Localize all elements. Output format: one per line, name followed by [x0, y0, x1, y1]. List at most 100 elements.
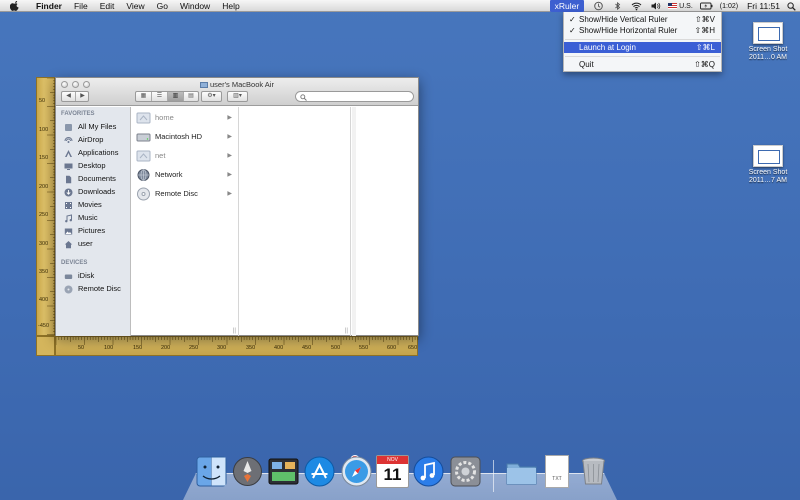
window-title-text: user's MacBook Air [210, 80, 274, 89]
sidebar-item-label: Downloads [78, 187, 116, 196]
column-item-net[interactable]: net ▶ [136, 147, 232, 165]
safari-dock-icon[interactable] [340, 455, 373, 488]
action-menu-button[interactable]: ⚙▾ [201, 91, 222, 102]
menu-launch-at-login[interactable]: Launch at Login ⇧⌘L [564, 42, 721, 53]
input-source-menu[interactable]: U.S. [668, 3, 693, 10]
column-item-label: Macintosh HD [155, 132, 203, 141]
column-resize-grip[interactable]: || [345, 328, 348, 334]
applications-folder-dock-icon[interactable] [505, 455, 538, 488]
remote-disc-icon [64, 285, 73, 294]
back-icon[interactable]: ◀ [62, 92, 76, 101]
finder-titlebar[interactable]: user's MacBook Air ◀ ▶ ▦ ☰ ▥ ▤ ⚙▾ ▥▾ [56, 78, 418, 106]
column-item-remote-disc[interactable]: Remote Disc ▶ [136, 185, 232, 203]
desktop-file-screenshot-1[interactable]: Screen Shot 2011…0 AM [740, 22, 796, 62]
sidebar-item-idisk[interactable]: iDisk [64, 270, 94, 282]
sidebar-item-pictures[interactable]: Pictures [64, 225, 105, 237]
sidebar-item-documents[interactable]: Documents [64, 173, 116, 185]
column-item-label: home [155, 113, 174, 122]
vruler-label: -450 [38, 323, 50, 329]
sidebar-item-music[interactable]: Music [64, 212, 98, 224]
text-document-dock-icon[interactable]: TXT [545, 455, 569, 488]
hruler-label: 450 [302, 345, 312, 351]
bluetooth-icon[interactable] [612, 1, 623, 11]
column-resize-grip[interactable]: || [233, 328, 236, 334]
search-icon [300, 93, 307, 101]
menu-toggle-vertical-ruler[interactable]: ✓ Show/Hide Vertical Ruler ⇧⌘V [564, 14, 721, 25]
horizontal-ruler[interactable]: 50 100 150 200 250 300 350 400 450 500 5… [55, 336, 419, 356]
apple-menu-icon[interactable] [10, 0, 20, 11]
column-item-label: Remote Disc [155, 189, 198, 198]
menu-help[interactable]: Help [216, 0, 245, 12]
ical-dock-icon[interactable]: NOV 11 [376, 455, 409, 488]
menu-item-label: Launch at Login [579, 43, 636, 52]
icon-view-icon[interactable]: ▦ [136, 92, 152, 101]
list-view-icon[interactable]: ☰ [152, 92, 168, 101]
menu-go[interactable]: Go [151, 0, 174, 12]
column-item-macintosh-hd[interactable]: Macintosh HD ▶ [136, 128, 232, 146]
menu-item-label: Quit [579, 60, 594, 69]
desktop-file-screenshot-2[interactable]: Screen Shot 2011…7 AM [740, 145, 796, 185]
status-area: xRuler U.S. (1:02) Fri 11:51 [549, 0, 800, 12]
disclosure-arrow-icon: ▶ [227, 115, 232, 121]
menubar-clock[interactable]: Fri 11:51 [747, 1, 780, 11]
menu-toggle-horizontal-ruler[interactable]: ✓ Show/Hide Horizontal Ruler ⇧⌘H [564, 25, 721, 36]
sidebar-item-downloads[interactable]: Downloads [64, 186, 115, 198]
column-item-home[interactable]: home ▶ [136, 109, 232, 127]
ical-month: NOV [377, 456, 408, 464]
menu-edit[interactable]: Edit [94, 0, 121, 12]
view-mode-selector[interactable]: ▦ ☰ ▥ ▤ [135, 91, 199, 102]
menu-app-name[interactable]: Finder [30, 0, 68, 12]
hruler-label: 250 [189, 345, 199, 351]
sidebar-item-applications[interactable]: Applications [64, 147, 118, 159]
sidebar-header-favorites: FAVORITES [61, 111, 95, 117]
check-icon: ✓ [569, 15, 576, 24]
xruler-dropdown-menu: ✓ Show/Hide Vertical Ruler ⇧⌘V ✓ Show/Hi… [563, 12, 722, 72]
launchpad-dock-icon[interactable] [231, 455, 264, 488]
menu-item-shortcut: ⇧⌘H [694, 26, 715, 35]
vertical-ruler[interactable]: 50 100 150 200 250 300 350 400 -450 [36, 77, 56, 336]
finder-dock-icon[interactable] [195, 455, 228, 488]
applications-icon [65, 149, 72, 157]
arrange-menu-button[interactable]: ▥▾ [227, 91, 248, 102]
xruler-status-item[interactable]: xRuler [549, 0, 585, 12]
sidebar-item-movies[interactable]: Movies [64, 199, 102, 211]
home-icon [64, 240, 73, 248]
forward-icon[interactable]: ▶ [76, 92, 89, 101]
hruler-label: 600 [387, 345, 397, 351]
system-preferences-dock-icon[interactable] [449, 455, 482, 488]
vruler-label: 400 [39, 297, 49, 303]
sidebar-item-all-my-files[interactable]: All My Files [64, 121, 116, 133]
column-item-label: Network [155, 170, 183, 179]
back-forward-buttons[interactable]: ◀ ▶ [61, 91, 89, 102]
column-item-network[interactable]: Network ▶ [136, 166, 232, 184]
menu-quit[interactable]: Quit ⇧⌘Q [564, 59, 721, 70]
music-icon [65, 213, 72, 222]
cover-flow-icon[interactable]: ▤ [184, 92, 198, 101]
mission-control-dock-icon[interactable] [267, 455, 300, 488]
volume-icon[interactable] [650, 1, 661, 11]
desktop-file-label: 2011…0 AM [748, 54, 787, 61]
sidebar-item-airdrop[interactable]: AirDrop [64, 134, 103, 146]
sidebar-item-desktop[interactable]: Desktop [64, 160, 106, 172]
menu-file[interactable]: File [68, 0, 94, 12]
sidebar-item-remote-disc[interactable]: Remote Disc [64, 283, 121, 295]
desktop-file-label: 2011…7 AM [748, 177, 787, 184]
sidebar-item-user[interactable]: user [64, 238, 93, 250]
battery-icon[interactable] [699, 1, 713, 11]
trash-dock-icon[interactable] [577, 455, 610, 488]
itunes-dock-icon[interactable] [412, 455, 445, 488]
sidebar-item-label: Remote Disc [78, 284, 121, 293]
wifi-icon[interactable] [631, 1, 642, 11]
search-input[interactable] [295, 91, 414, 102]
ical-day: 11 [383, 465, 402, 484]
column-view-icon[interactable]: ▥ [168, 92, 184, 101]
hruler-label: 550 [359, 345, 369, 351]
app-store-dock-icon[interactable] [303, 455, 336, 488]
us-flag-icon [668, 2, 678, 9]
desktop-file-label: Screen Shot [748, 169, 788, 176]
time-machine-icon[interactable] [593, 1, 604, 11]
menu-view[interactable]: View [120, 0, 150, 12]
spotlight-icon[interactable] [787, 1, 796, 11]
menu-window[interactable]: Window [174, 0, 216, 12]
vruler-label: 250 [39, 212, 49, 218]
